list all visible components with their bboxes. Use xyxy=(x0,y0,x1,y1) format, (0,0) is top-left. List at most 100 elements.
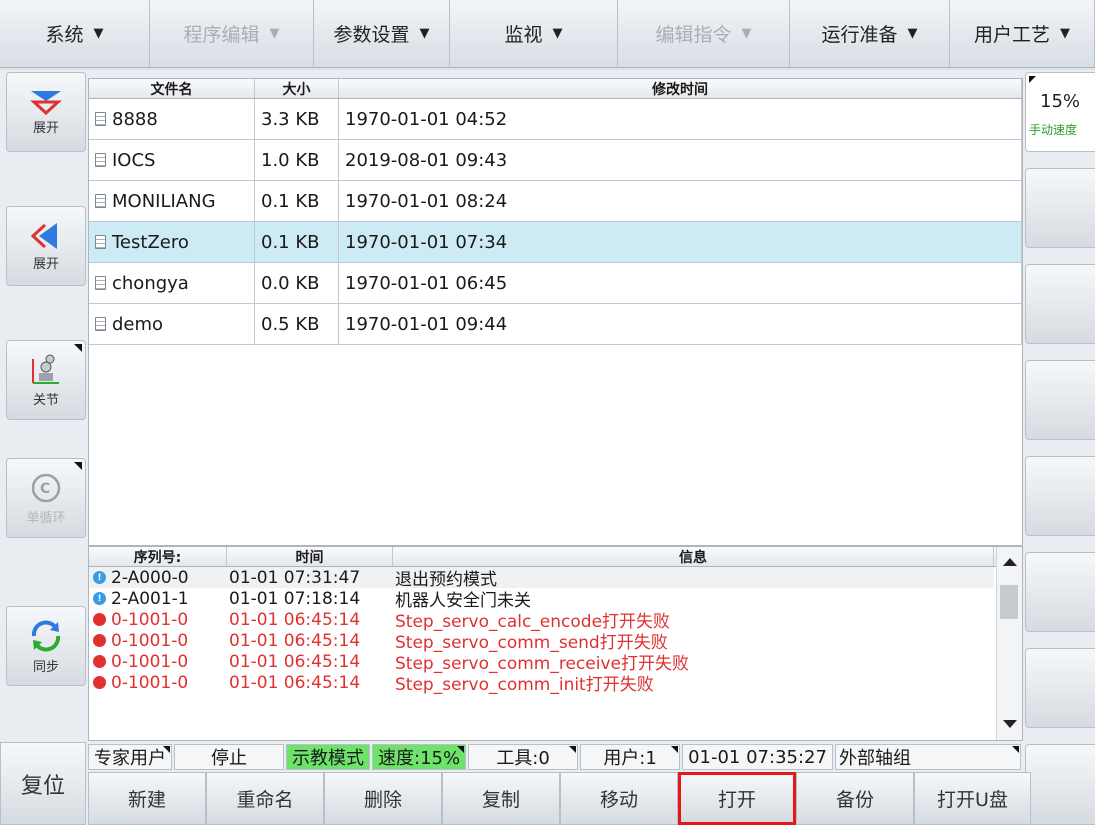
right-button[interactable] xyxy=(1025,360,1095,440)
status-user-level[interactable]: 专家用户 xyxy=(88,744,172,770)
menu-bar: 系统 ▼ 程序编辑 ▼ 参数设置 ▼ 监视 ▼ 编辑指令 ▼ 运行准备 ▼ 用户工艺 ▼ xyxy=(0,0,1095,70)
right-button[interactable] xyxy=(1025,168,1095,248)
scroll-down-icon[interactable] xyxy=(998,717,1022,731)
corner-marker xyxy=(457,746,465,753)
column-header-time[interactable]: 时间 xyxy=(227,547,393,566)
corner-marker xyxy=(671,746,679,753)
file-icon xyxy=(95,276,106,290)
status-speed[interactable]: 速度:15% xyxy=(372,744,467,770)
column-header-size[interactable]: 大小 xyxy=(255,79,339,98)
log-message: Step_servo_comm_init打开失败 xyxy=(395,675,654,695)
reset-label: 复位 xyxy=(20,773,65,799)
speed-value: 15% xyxy=(1040,91,1081,112)
reset-button[interactable]: 复位 xyxy=(0,742,86,825)
button-label: 复制 xyxy=(481,789,520,811)
chevron-down-icon: ▼ xyxy=(552,26,563,41)
menu-system[interactable]: 系统 ▼ xyxy=(0,0,150,68)
move-button[interactable]: 移动 xyxy=(560,772,678,825)
log-row[interactable]: ! 2-A000-0 01-01 07:31:47 退出预约模式 xyxy=(89,567,994,590)
single-cycle-button[interactable]: C 单循环 xyxy=(6,458,86,538)
file-table: 文件名 大小 修改时间 8888 3.3 KB 1970-01-01 04:52… xyxy=(88,78,1023,546)
column-header-id[interactable]: 序列号: xyxy=(89,547,227,566)
status-bar: 专家用户 停止 示教模式 速度:15% 工具:0 用户:1 01-01 07:3… xyxy=(88,742,1023,772)
log-time: 01-01 06:45:14 xyxy=(229,630,361,651)
table-row-selected[interactable]: TestZero 0.1 KB 1970-01-01 07:34 xyxy=(89,222,1022,263)
right-button[interactable] xyxy=(1025,648,1095,728)
log-id: 0-1001-0 xyxy=(111,630,189,651)
menu-edit-instruction[interactable]: 编辑指令 ▼ xyxy=(618,0,790,68)
expand-left-button[interactable]: 展开 xyxy=(6,206,86,286)
button-label: 备份 xyxy=(835,789,874,811)
open-button[interactable]: 打开 xyxy=(678,772,796,825)
log-row[interactable]: × 0-1001-0 01-01 06:45:14 Step_servo_comm… xyxy=(89,672,994,695)
file-size: 1.0 KB xyxy=(255,140,339,180)
menu-monitor[interactable]: 监视 ▼ xyxy=(450,0,618,68)
file-name-cell: TestZero xyxy=(89,222,255,262)
file-name-cell: 8888 xyxy=(89,99,255,139)
status-external-axis[interactable]: 外部轴组 xyxy=(834,744,1021,770)
status-teach-mode: 示教模式 xyxy=(286,744,370,770)
scrollbar-thumb[interactable] xyxy=(1000,585,1018,619)
column-header-message[interactable]: 信息 xyxy=(393,547,994,566)
file-icon xyxy=(95,317,106,331)
log-scrollbar[interactable] xyxy=(996,547,1022,740)
file-time: 2019-08-01 09:43 xyxy=(339,140,1022,180)
menu-parameter-settings[interactable]: 参数设置 ▼ xyxy=(314,0,450,68)
right-button[interactable] xyxy=(1025,456,1095,536)
file-time: 1970-01-01 08:24 xyxy=(339,181,1022,221)
button-label: 单循环 xyxy=(26,510,66,526)
single-cycle-icon: C xyxy=(31,473,61,502)
file-name-cell: MONILIANG xyxy=(89,181,255,221)
error-icon: × xyxy=(93,634,106,647)
sync-icon xyxy=(31,620,61,651)
joint-mode-button[interactable]: 关节 xyxy=(6,340,86,420)
status-text: 01-01 07:35:27 xyxy=(688,746,827,768)
error-icon: × xyxy=(93,655,106,668)
delete-button[interactable]: 删除 xyxy=(324,772,442,825)
log-row[interactable]: ! 2-A001-1 01-01 07:18:14 机器人安全门未关 xyxy=(89,588,994,611)
manual-speed-button[interactable]: 15% 手动速度 xyxy=(1025,72,1095,152)
double-chevron-down-icon xyxy=(30,90,62,115)
status-text: 示教模式 xyxy=(292,748,364,769)
log-id: 0-1001-0 xyxy=(111,672,189,693)
svg-text:C: C xyxy=(40,481,50,497)
open-usb-button[interactable]: 打开U盘 xyxy=(914,772,1031,825)
menu-label: 参数设置 xyxy=(333,24,410,46)
scroll-up-icon[interactable] xyxy=(998,555,1022,569)
sync-button[interactable]: 同步 xyxy=(6,606,86,686)
status-text: 专家用户 xyxy=(94,748,166,769)
backup-button[interactable]: 备份 xyxy=(796,772,914,825)
expand-down-button[interactable]: 展开 xyxy=(6,72,86,152)
corner-marker xyxy=(1029,76,1036,83)
new-button[interactable]: 新建 xyxy=(88,772,206,825)
chevron-down-icon: ▼ xyxy=(93,26,104,41)
table-row[interactable]: IOCS 1.0 KB 2019-08-01 09:43 xyxy=(89,140,1022,181)
menu-program-edit[interactable]: 程序编辑 ▼ xyxy=(150,0,314,68)
right-button[interactable] xyxy=(1025,552,1095,632)
corner-marker xyxy=(569,746,577,753)
rename-button[interactable]: 重命名 xyxy=(206,772,324,825)
error-icon: × xyxy=(93,676,106,689)
file-name: chongya xyxy=(112,272,189,294)
log-time: 01-01 07:31:47 xyxy=(229,567,361,588)
status-text: 速度:15% xyxy=(378,748,461,769)
table-row[interactable]: demo 0.5 KB 1970-01-01 09:44 xyxy=(89,304,1022,345)
menu-user-process[interactable]: 用户工艺 ▼ xyxy=(950,0,1095,68)
status-user-frame[interactable]: 用户:1 xyxy=(580,744,681,770)
table-row[interactable]: MONILIANG 0.1 KB 1970-01-01 08:24 xyxy=(89,181,1022,222)
file-name-cell: demo xyxy=(89,304,255,344)
status-text: 停止 xyxy=(211,748,247,769)
log-row[interactable]: × 0-1001-0 01-01 06:45:14 Step_servo_comm… xyxy=(89,630,994,653)
chevron-down-icon: ▼ xyxy=(907,26,918,41)
log-row[interactable]: × 0-1001-0 01-01 06:45:14 Step_servo_comm… xyxy=(89,651,994,674)
column-header-name[interactable]: 文件名 xyxy=(89,79,255,98)
log-row[interactable]: × 0-1001-0 01-01 06:45:14 Step_servo_calc… xyxy=(89,609,994,632)
table-row[interactable]: chongya 0.0 KB 1970-01-01 06:45 xyxy=(89,263,1022,304)
status-tool[interactable]: 工具:0 xyxy=(468,744,579,770)
menu-run-prep[interactable]: 运行准备 ▼ xyxy=(790,0,950,68)
copy-button[interactable]: 复制 xyxy=(442,772,560,825)
column-header-time[interactable]: 修改时间 xyxy=(339,79,1022,98)
arrow-icon xyxy=(1026,457,1095,537)
right-button[interactable] xyxy=(1025,264,1095,344)
table-row[interactable]: 8888 3.3 KB 1970-01-01 04:52 xyxy=(89,99,1022,140)
